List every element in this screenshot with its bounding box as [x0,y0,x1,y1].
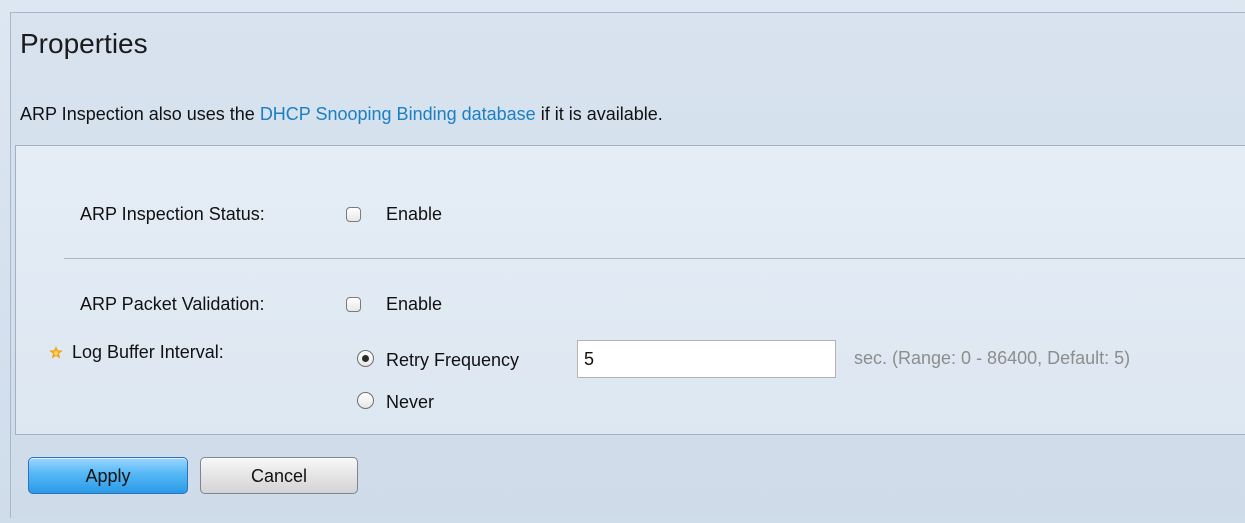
dhcp-snooping-binding-database-link[interactable]: DHCP Snooping Binding database [260,104,536,124]
properties-panel [15,145,1245,435]
arp-packet-validation-label: ARP Packet Validation: [80,294,265,314]
section-divider [64,258,1245,259]
description-suffix: if it is available. [535,104,663,124]
retry-frequency-input[interactable] [577,340,836,378]
never-radio[interactable] [357,392,374,409]
arp-inspection-status-label: ARP Inspection Status: [80,204,265,224]
cancel-button[interactable]: Cancel [200,457,358,494]
page-description: ARP Inspection also uses the DHCP Snoopi… [20,104,663,125]
retry-frequency-hint: sec. (Range: 0 - 86400, Default: 5) [854,348,1131,368]
retry-frequency-radio[interactable] [357,350,374,367]
arp-inspection-status-checkbox[interactable] [346,207,361,222]
star-icon [49,346,63,359]
arp-inspection-status-enable-label: Enable [386,204,443,224]
page-title: Properties [20,28,148,59]
arp-packet-validation-enable-label: Enable [386,294,443,314]
log-buffer-interval-label: Log Buffer Interval: [72,342,224,362]
description-prefix: ARP Inspection also uses the [20,104,260,124]
never-label: Never [386,392,435,412]
arp-packet-validation-checkbox[interactable] [346,297,361,312]
apply-button[interactable]: Apply [28,457,188,494]
retry-frequency-label: Retry Frequency [386,350,520,370]
